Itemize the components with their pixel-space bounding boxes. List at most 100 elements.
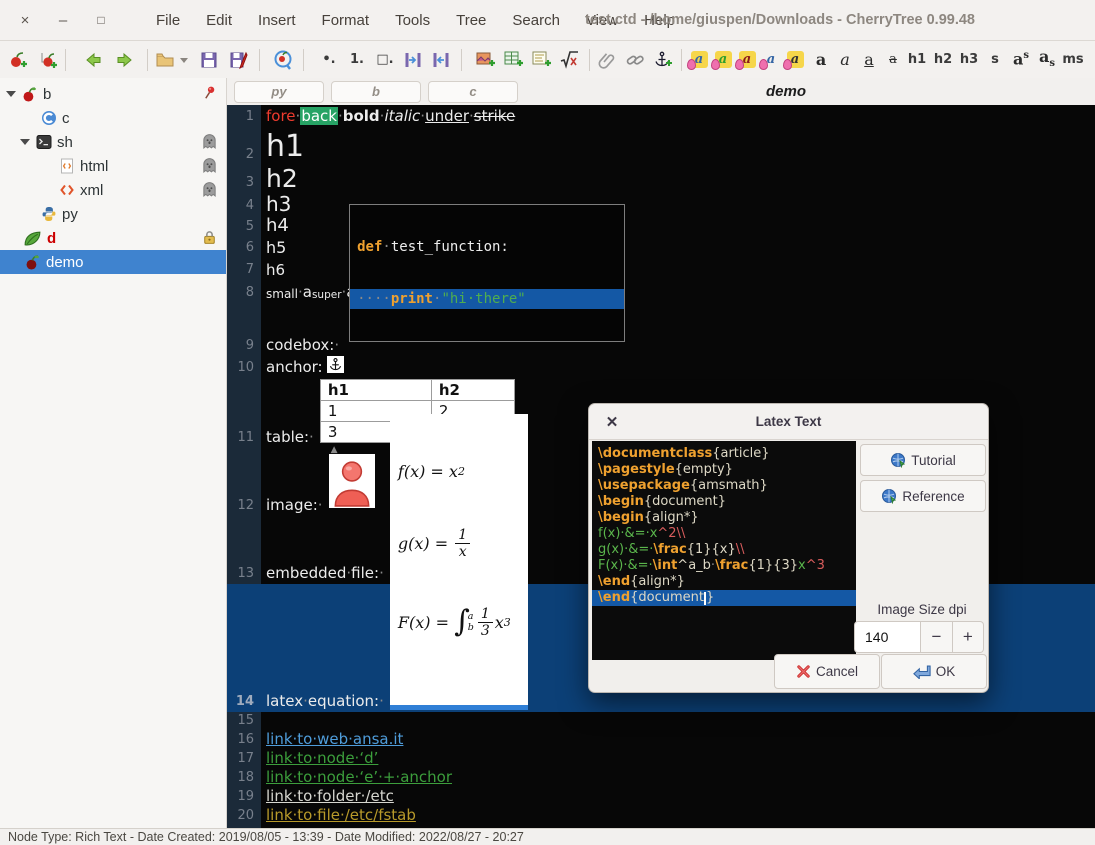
line-number: 5 bbox=[227, 219, 261, 237]
find-node-icon[interactable] bbox=[271, 48, 295, 72]
tree-item-sh[interactable]: sh bbox=[0, 130, 226, 154]
bold-icon[interactable]: a bbox=[809, 48, 833, 72]
monospace-icon[interactable]: ms bbox=[1061, 48, 1085, 72]
insert-anchor-icon[interactable] bbox=[651, 48, 675, 72]
small-icon[interactable]: s bbox=[983, 48, 1007, 72]
open-file-dropdown-icon[interactable] bbox=[177, 48, 191, 72]
line-number: 19 bbox=[227, 789, 261, 807]
xml-file-icon bbox=[58, 182, 75, 199]
globe-icon bbox=[890, 452, 906, 468]
anchor-icon[interactable] bbox=[327, 356, 344, 373]
tutorial-button[interactable]: Tutorial bbox=[860, 444, 986, 476]
web-link[interactable]: link·to·web·ansa.it bbox=[266, 730, 403, 748]
latex-source-editor[interactable]: \documentclass{article} \pagestyle{empty… bbox=[592, 441, 856, 660]
tree-item-demo[interactable]: demo bbox=[0, 250, 226, 274]
line-number: 6 bbox=[227, 240, 261, 258]
codebox[interactable]: def·test_function: ····print·"hi·there" bbox=[349, 204, 625, 342]
numbered-list-icon[interactable]: 1. bbox=[345, 48, 369, 72]
recent-node-button-c[interactable]: c bbox=[428, 81, 518, 103]
italic-icon[interactable]: a bbox=[833, 48, 857, 72]
lock-icon bbox=[201, 229, 218, 246]
window-close-icon[interactable]: × bbox=[12, 12, 38, 29]
tree-item-label: demo bbox=[46, 254, 84, 271]
node-anchor-link[interactable]: link·to·node·‘e’·+·anchor bbox=[266, 768, 452, 786]
globe-icon bbox=[881, 488, 897, 504]
add-subnode-icon[interactable] bbox=[36, 48, 60, 72]
tree-item-label: c bbox=[62, 110, 70, 127]
tree-item-c[interactable]: c bbox=[0, 106, 226, 130]
latest-style-icon[interactable]: a bbox=[783, 48, 807, 72]
dpi-decrease-button[interactable]: − bbox=[921, 621, 952, 653]
clear-formatting-icon[interactable]: a bbox=[735, 48, 759, 72]
c-language-icon bbox=[40, 110, 57, 127]
cancel-button[interactable]: Cancel bbox=[774, 654, 880, 689]
window-maximize-icon[interactable]: □ bbox=[88, 13, 114, 27]
add-node-icon[interactable] bbox=[6, 48, 30, 72]
dpi-value-field[interactable]: 140 bbox=[854, 621, 921, 653]
apply-link-icon[interactable]: a bbox=[759, 48, 783, 72]
menu-format[interactable]: Format bbox=[322, 12, 370, 29]
strikethrough-icon[interactable]: a bbox=[881, 48, 905, 72]
tree-item-d[interactable]: d bbox=[0, 226, 226, 250]
insert-link-icon[interactable] bbox=[623, 48, 647, 72]
latex-label: latex·equation:· bbox=[266, 692, 384, 710]
menu-edit[interactable]: Edit bbox=[206, 12, 232, 29]
codebox-label: codebox:· bbox=[266, 336, 339, 354]
tree-item-b[interactable]: b bbox=[0, 82, 226, 106]
insert-image-icon[interactable] bbox=[473, 48, 497, 72]
todo-list-icon[interactable]: □. bbox=[373, 48, 397, 72]
line-number: 8 bbox=[227, 285, 261, 303]
line-number: 2 bbox=[227, 147, 261, 165]
expander-icon[interactable] bbox=[20, 139, 30, 145]
ok-button[interactable]: OK bbox=[881, 654, 987, 689]
recent-node-button-py[interactable]: py bbox=[234, 81, 324, 103]
h2-icon[interactable]: h2 bbox=[931, 48, 955, 72]
recent-node-button-b[interactable]: b bbox=[331, 81, 421, 103]
insert-table-icon[interactable] bbox=[501, 48, 525, 72]
subscript-icon[interactable]: as bbox=[1035, 48, 1059, 72]
leaf-icon bbox=[22, 230, 42, 247]
file-link[interactable]: link·to·file·/etc/fstab bbox=[266, 806, 416, 824]
status-bar: Node Type: Rich Text - Date Created: 201… bbox=[0, 828, 1095, 845]
window-minimize-icon[interactable]: – bbox=[50, 12, 76, 29]
dpi-increase-button[interactable]: + bbox=[953, 621, 984, 653]
line-number: 9 bbox=[227, 338, 261, 356]
menu-search[interactable]: Search bbox=[512, 12, 560, 29]
h3-icon[interactable]: h3 bbox=[957, 48, 981, 72]
menu-tools[interactable]: Tools bbox=[395, 12, 430, 29]
tree-item-html[interactable]: html bbox=[0, 154, 226, 178]
indent-right-icon[interactable] bbox=[401, 48, 425, 72]
line-number: 13 bbox=[227, 566, 261, 584]
save-as-icon[interactable] bbox=[227, 48, 251, 72]
save-icon[interactable] bbox=[197, 48, 221, 72]
open-file-icon[interactable] bbox=[153, 48, 177, 72]
latex-equation-image[interactable]: f(x) = x2 g(x) = 1x F(x) = ∫ab13x3 bbox=[390, 414, 528, 710]
folder-link[interactable]: link·to·folder·/etc bbox=[266, 787, 394, 805]
embed-file-icon[interactable] bbox=[595, 48, 619, 72]
selection-strip bbox=[390, 705, 528, 710]
dialog-title-bar[interactable]: Latex Text ✕ bbox=[589, 404, 988, 440]
go-forward-icon[interactable] bbox=[113, 48, 137, 72]
menu-file[interactable]: File bbox=[156, 12, 180, 29]
background-color-icon[interactable]: a bbox=[711, 48, 735, 72]
reference-button[interactable]: Reference bbox=[860, 480, 986, 512]
foreground-color-icon[interactable]: a bbox=[687, 48, 711, 72]
menu-tree[interactable]: Tree bbox=[456, 12, 486, 29]
html-file-icon bbox=[58, 158, 75, 175]
node-link[interactable]: link·to·node·‘d’ bbox=[266, 749, 378, 767]
toolbar: •. 1. □. a a a a a a a a a h1 h2 h3 s as… bbox=[0, 41, 1095, 79]
insert-codebox-icon[interactable] bbox=[529, 48, 553, 72]
menu-insert[interactable]: Insert bbox=[258, 12, 296, 29]
underline-icon[interactable]: a bbox=[857, 48, 881, 72]
insert-math-icon[interactable] bbox=[557, 48, 581, 72]
expander-icon[interactable] bbox=[6, 91, 16, 97]
indent-left-icon[interactable] bbox=[429, 48, 453, 72]
h1-icon[interactable]: h1 bbox=[905, 48, 929, 72]
tree-item-xml[interactable]: xml bbox=[0, 178, 226, 202]
tree-item-py[interactable]: py bbox=[0, 202, 226, 226]
superscript-icon[interactable]: as bbox=[1009, 48, 1033, 72]
image-size-dpi-label: Image Size dpi bbox=[860, 602, 984, 617]
go-back-icon[interactable] bbox=[81, 48, 105, 72]
tree-item-label: b bbox=[43, 86, 51, 103]
bullet-list-icon[interactable]: •. bbox=[317, 48, 341, 72]
